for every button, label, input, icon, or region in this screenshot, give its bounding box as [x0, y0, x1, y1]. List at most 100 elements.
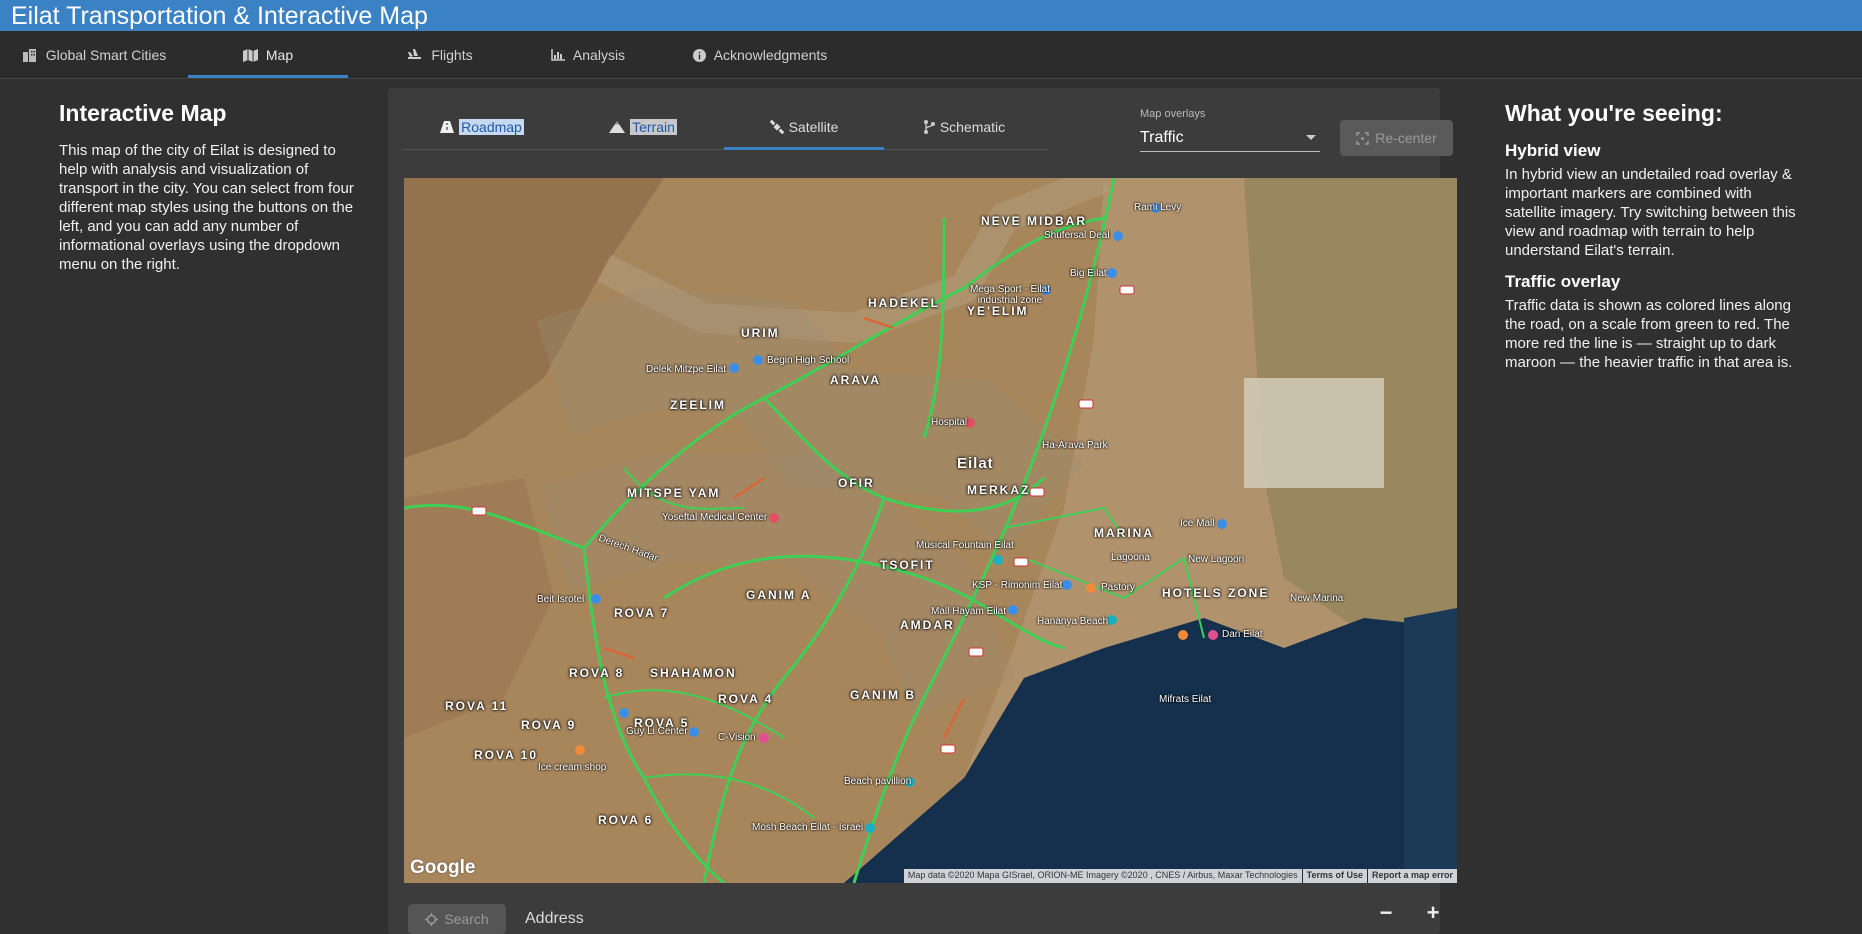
area-label: GANIM B [850, 688, 916, 702]
area-label: GANIM A [746, 588, 812, 602]
traffic-overlay-text: Traffic data is shown as colored lines a… [1505, 297, 1793, 371]
app-title: Eilat Transportation & Interactive Map [11, 2, 428, 30]
top-nav: Global Smart Cities Map Flights Analysis… [0, 31, 1862, 79]
search-label: Search [444, 911, 489, 927]
area-label: HOTELS ZONE [1162, 586, 1270, 600]
map-style-tabs: Roadmap Terrain Satellite Schematic [402, 104, 1048, 150]
tab-map[interactable]: Map [188, 31, 348, 79]
crosshair-icon [425, 912, 439, 926]
place-label: Mosh Beach Eilat - Israel [752, 822, 864, 833]
place-label: Dan Eilat [1222, 629, 1263, 640]
tab-global-smart-cities[interactable]: Global Smart Cities [0, 31, 188, 79]
area-label: MARINA [1094, 526, 1154, 540]
left-description: This map of the city of Eilat is designe… [59, 142, 354, 273]
traffic-overlay-heading: Traffic overlay [1505, 272, 1621, 291]
tab-flights[interactable]: Flights [388, 31, 492, 79]
address-field[interactable]: Address [525, 910, 584, 928]
app-bar: Eilat Transportation & Interactive Map [0, 0, 1862, 31]
recenter-icon [1356, 131, 1370, 145]
hybrid-view-heading: Hybrid view [1505, 141, 1601, 160]
satellite-map[interactable]: NEVE MIDBAR HADEKEL YE'ELIM URIM ARAVA Z… [404, 178, 1457, 883]
place-label: Begin High School [767, 355, 850, 366]
place-label: New Lagoon [1188, 554, 1245, 565]
style-tab-schematic[interactable]: Schematic [884, 104, 1044, 150]
area-label: SHAHAMON [650, 666, 737, 680]
area-label: URIM [741, 326, 780, 340]
area-label: OFIR [838, 476, 875, 490]
overlays-label: Map overlays [1140, 108, 1206, 120]
map-attribution: Map data ©2020 Mapa GISrael, ORION-ME Im… [903, 869, 1457, 883]
tab-label: Analysis [572, 47, 626, 63]
place-label: Ice cream shop [538, 762, 607, 773]
area-label: HADEKEL [868, 296, 941, 310]
place-label: C-Vision [718, 732, 756, 743]
hybrid-view-text: In hybrid view an undetailed road overla… [1505, 166, 1796, 259]
dropdown-arrow-icon [1306, 135, 1316, 140]
style-tab-roadmap[interactable]: Roadmap [402, 104, 562, 150]
report-error-link[interactable]: Report a map error [1367, 869, 1457, 883]
place-label: Beit Isrotel [537, 594, 585, 605]
tab-label: Global Smart Cities [45, 47, 167, 63]
map-imagery [404, 178, 1457, 883]
area-label: ARAVA [830, 373, 881, 387]
area-label: ROVA 11 [445, 699, 509, 713]
tab-analysis[interactable]: Analysis [548, 31, 628, 79]
map-icon [242, 48, 258, 62]
search-button[interactable]: Search [408, 904, 506, 934]
place-label: Ice Mall [1180, 518, 1215, 529]
overlays-select[interactable]: Traffic [1140, 124, 1320, 152]
tab-label: Flights [431, 47, 473, 63]
mountain-icon [609, 121, 626, 133]
place-label: Big Eilat [1070, 268, 1107, 279]
terms-link[interactable]: Terms of Use [1302, 869, 1367, 883]
recenter-label: Re-center [1375, 130, 1437, 146]
tab-label: Map [265, 47, 294, 63]
area-label: ROVA 7 [614, 606, 670, 620]
chart-icon [551, 49, 565, 61]
map-panel: Roadmap Terrain Satellite Schematic Map … [388, 88, 1457, 934]
zoom-out-button[interactable]: − [1371, 898, 1401, 928]
overlays-value: Traffic [1140, 128, 1184, 146]
active-style-indicator [724, 147, 884, 150]
place-label: Pastory [1101, 582, 1135, 593]
place-label: Ha-Arava Park [1042, 440, 1108, 451]
area-label: Eilat [957, 455, 994, 472]
area-label: ROVA 8 [569, 666, 625, 680]
road-icon [440, 121, 455, 133]
recenter-button[interactable]: Re-center [1340, 120, 1453, 156]
area-label: TSOFIT [880, 558, 935, 572]
place-label: Hospital [931, 417, 968, 428]
place-label: Mega Sport - Eilat industrial zone [969, 284, 1051, 306]
area-label: ROVA 10 [474, 748, 539, 762]
style-tab-terrain[interactable]: Terrain [562, 104, 724, 150]
place-label: Guy Li Center [626, 726, 688, 737]
area-label: ROVA 4 [718, 692, 774, 706]
area-label: YE'ELIM [967, 304, 1029, 318]
place-label: Delek Mitzpe Eilat [646, 364, 727, 375]
area-label: MERKAZ [967, 483, 1031, 497]
left-title: Interactive Map [59, 100, 227, 126]
style-tab-satellite[interactable]: Satellite [724, 104, 884, 150]
zoom-in-button[interactable]: + [1418, 898, 1448, 928]
style-tab-label: Schematic [939, 119, 1006, 135]
tab-acknowledgments[interactable]: Acknowledgments [690, 31, 830, 79]
area-label: ROVA 9 [521, 718, 577, 732]
city-icon [22, 49, 36, 62]
active-tab-indicator [188, 75, 348, 78]
google-logo: Google [410, 857, 476, 878]
place-label: Mall Hayam Eilat [931, 606, 1007, 617]
area-label: AMDAR [900, 618, 955, 632]
info-icon [692, 48, 706, 62]
place-label: KSP - Rimonim Eilat [972, 580, 1063, 591]
place-label: Yoseftal Medical Center [662, 512, 768, 523]
schematic-icon [923, 120, 935, 134]
attribution-text: Map data ©2020 Mapa GISrael, ORION-ME Im… [903, 869, 1302, 883]
area-label: MITSPE YAM [627, 486, 721, 500]
right-title: What you're seeing: [1505, 100, 1723, 126]
style-tab-label: Terrain [630, 119, 677, 135]
area-label: ROVA 6 [598, 813, 654, 827]
tab-label: Acknowledgments [713, 47, 828, 63]
left-column: Interactive Map This map of the city of … [59, 100, 359, 274]
area-label: ZEELIM [670, 398, 726, 412]
place-label: New Marina [1290, 593, 1344, 604]
